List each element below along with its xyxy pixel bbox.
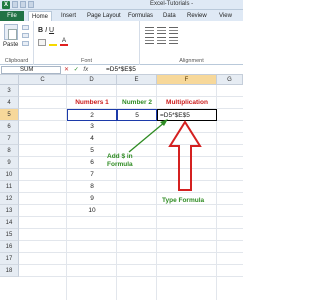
red-arrow [168, 120, 202, 191]
annotation-add-dollar-line1: Add $ in [107, 153, 133, 160]
annotation-type-formula: Type Formula [162, 197, 205, 204]
annotation-add-dollar-line2: Formula [107, 161, 133, 168]
green-arrow [128, 121, 166, 153]
annotation-arrows [128, 119, 202, 191]
